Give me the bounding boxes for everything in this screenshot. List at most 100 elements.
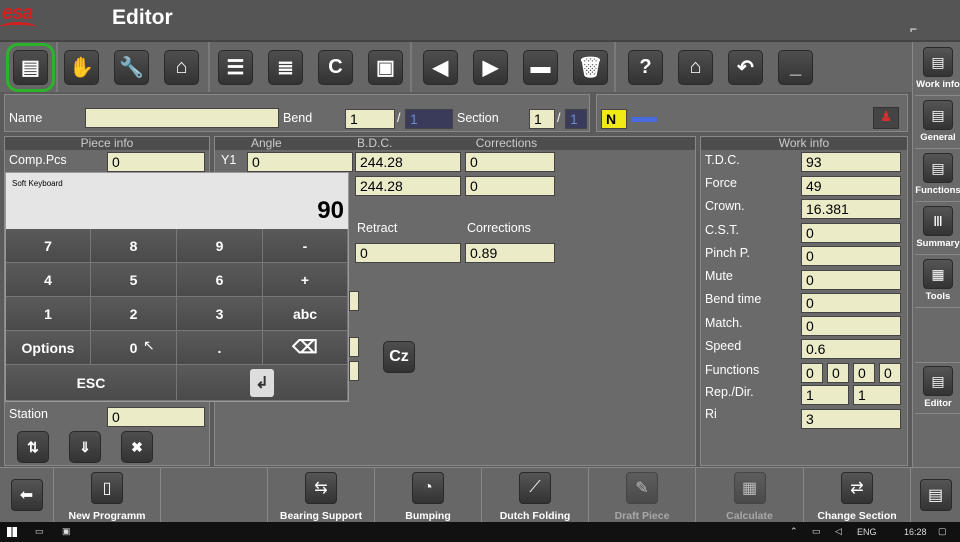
cst-field[interactable]: 0 (801, 223, 901, 243)
minimize-button[interactable]: _ (778, 50, 813, 85)
key-8[interactable]: 8 (91, 229, 177, 263)
comp-pcs-label: Comp.Pcs (9, 153, 67, 167)
sidebar-item-general[interactable]: ▤ General (915, 97, 960, 149)
y1-bdc-field[interactable]: 244.28 (355, 152, 461, 172)
name-label: Name (9, 111, 43, 125)
force-field[interactable]: 49 (801, 176, 901, 196)
bumping-button[interactable]: ◔ Bumping (375, 468, 482, 523)
punch-button[interactable]: ⇓ (69, 431, 101, 463)
dutch-folding-button[interactable]: ⟋ Dutch Folding (482, 468, 589, 523)
prev-button[interactable]: ◀ (423, 50, 458, 85)
next-button[interactable]: ▶ (473, 50, 508, 85)
key-options[interactable]: Options (6, 331, 91, 365)
key-9[interactable]: 9 (177, 229, 263, 263)
key-enter[interactable]: ↲ (177, 365, 348, 401)
draft-piece-button[interactable]: ✎ Draft Piece (589, 468, 696, 523)
match-label: Match. (705, 316, 743, 330)
bearing-support-button[interactable]: ⇆ Bearing Support (268, 468, 375, 523)
force-label: Force (705, 176, 737, 190)
key-decimal[interactable]: . (177, 331, 263, 365)
clear-button[interactable]: ✖ (121, 431, 153, 463)
keyboard-language[interactable]: ENG (857, 527, 877, 537)
sidebar-item-functions[interactable]: ▤ Functions (915, 150, 960, 202)
bend-total-field: 1 (405, 109, 453, 129)
clock[interactable]: 16:28 (904, 527, 927, 537)
calculate-button[interactable]: ▦ Calculate (696, 468, 804, 523)
key-3[interactable]: 3 (177, 297, 263, 331)
folder-icon[interactable]: ▣ (62, 526, 71, 537)
minus-button[interactable]: ▬ (523, 50, 558, 85)
undo-button[interactable]: ↶ (728, 50, 763, 85)
crown-field[interactable]: 16.381 (801, 199, 901, 219)
key-6[interactable]: 6 (177, 263, 263, 297)
menu-button[interactable]: ▤ (911, 468, 960, 523)
windows-start-icon[interactable] (7, 527, 17, 537)
task-view-icon[interactable]: ▭ (35, 526, 44, 537)
function-field-4[interactable]: 0 (879, 363, 901, 383)
speaker-icon[interactable]: ◁ (835, 526, 842, 537)
key-minus[interactable]: - (263, 229, 348, 263)
tool-icon[interactable]: ♟ (873, 107, 899, 129)
help-button[interactable]: ? (628, 50, 663, 85)
key-1[interactable]: 1 (6, 297, 91, 331)
dir-field[interactable]: 1 (853, 385, 901, 405)
key-abc[interactable]: abc (263, 297, 348, 331)
y1-corrections-field[interactable]: 0 (465, 152, 555, 172)
notification-icon[interactable]: ▢ (938, 526, 947, 537)
back-button[interactable]: ⬅ (0, 468, 54, 523)
speed-field[interactable]: 0.6 (801, 339, 901, 359)
retract-corrections-field[interactable]: 0.89 (465, 243, 555, 263)
factory-button[interactable]: ⌂ (164, 50, 199, 85)
sidebar-item-editor[interactable]: ▤ Editor (915, 362, 960, 414)
ri-field[interactable]: 3 (801, 409, 901, 429)
key-backspace[interactable]: ⌫ (263, 331, 348, 365)
key-7[interactable]: 7 (6, 229, 91, 263)
function-field-2[interactable]: 0 (827, 363, 849, 383)
key-0[interactable]: 0 (91, 331, 177, 365)
bumping-label: Bumping (405, 510, 451, 522)
wrench-button[interactable]: 🔧 (114, 50, 149, 85)
change-section-button[interactable]: ⇄ Change Section (804, 468, 911, 523)
bend-field[interactable]: 1 (345, 109, 395, 129)
delete-button[interactable]: 🗑 (573, 50, 608, 85)
retract-field[interactable]: 0 (355, 243, 461, 263)
key-5[interactable]: 5 (91, 263, 177, 297)
key-esc[interactable]: ESC (6, 365, 177, 401)
key-4[interactable]: 4 (6, 263, 91, 297)
mute-field[interactable]: 0 (801, 270, 901, 290)
logo-swoosh (0, 22, 36, 32)
position-button[interactable]: ⇅ (17, 431, 49, 463)
hand-button[interactable]: ✋ (64, 50, 99, 85)
network-icon[interactable]: ▭ (812, 526, 821, 537)
pinch-field[interactable]: 0 (801, 246, 901, 266)
rep-field[interactable]: 1 (801, 385, 849, 405)
section-field[interactable]: 1 (529, 109, 555, 129)
document-button[interactable]: ▤ (6, 43, 55, 92)
sidebar-item-summary[interactable]: Ⅲ Summary (915, 203, 960, 255)
retract-corrections-label: Corrections (467, 221, 531, 235)
stack-button[interactable]: ☰ (218, 50, 253, 85)
new-programm-button[interactable]: ▯ New Programm (54, 468, 161, 523)
key-plus[interactable]: + (263, 263, 348, 297)
bend-time-field[interactable]: 0 (801, 293, 901, 313)
chevron-up-icon[interactable]: ⌃ (790, 526, 798, 537)
sidebar-item-work-info[interactable]: ▤ Work info (915, 44, 960, 96)
comp-pcs-field[interactable]: 0 (107, 152, 205, 172)
match-field[interactable]: 0 (801, 316, 901, 336)
function-field-1[interactable]: 0 (801, 363, 823, 383)
home-button[interactable]: ⌂ (678, 50, 713, 85)
station-field[interactable]: 0 (107, 407, 205, 427)
key-2[interactable]: 2 (91, 297, 177, 331)
y2-bdc-field[interactable]: 244.28 (355, 176, 461, 196)
function-field-3[interactable]: 0 (853, 363, 875, 383)
stack-down-button[interactable]: ≣ (268, 50, 303, 85)
right-arrow-icon: ▶ (482, 57, 499, 79)
save-button[interactable]: ▣ (368, 50, 403, 85)
cz-button[interactable]: Cz (383, 341, 415, 373)
sidebar-item-tools[interactable]: ▦ Tools (915, 256, 960, 308)
name-field[interactable] (85, 108, 279, 128)
c-button[interactable]: C (318, 50, 353, 85)
tdc-field[interactable]: 93 (801, 152, 901, 172)
y1-angle-field[interactable]: 0 (247, 152, 353, 172)
y2-corrections-field[interactable]: 0 (465, 176, 555, 196)
